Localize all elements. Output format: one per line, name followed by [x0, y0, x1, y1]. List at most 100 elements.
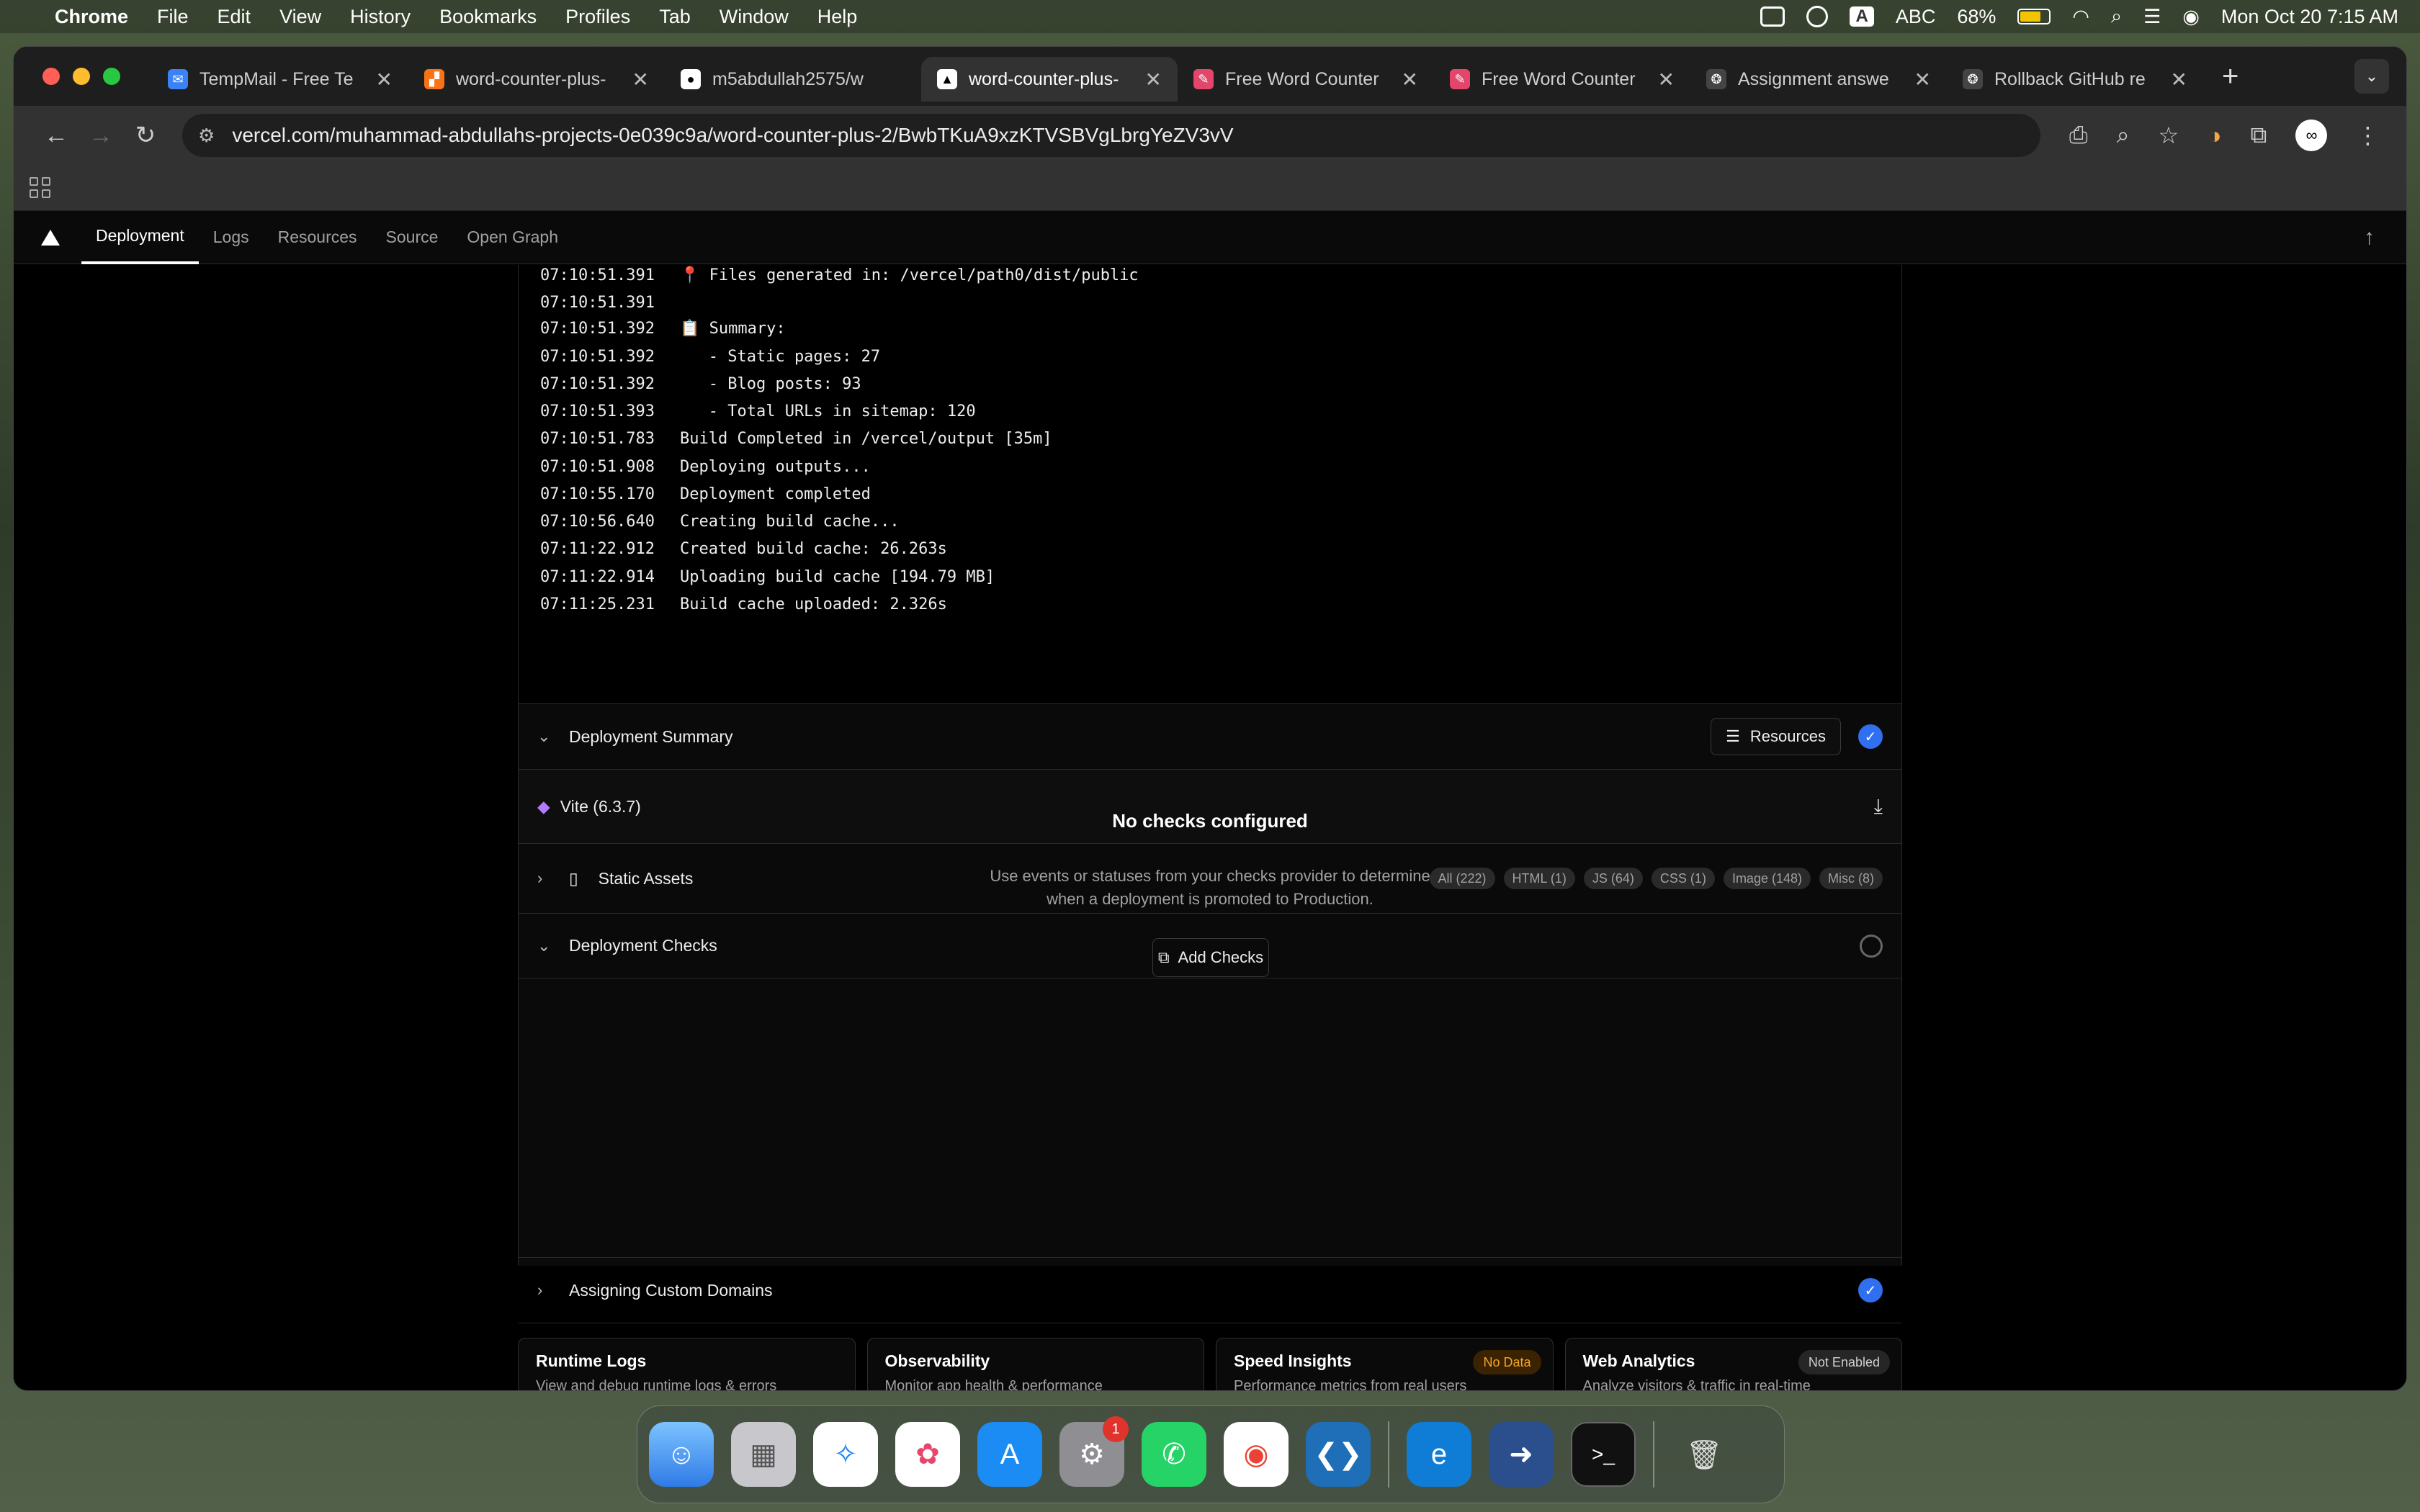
- input-source-label[interactable]: ABC: [1896, 6, 1936, 28]
- finder-icon[interactable]: ☺: [649, 1422, 714, 1487]
- address-url[interactable]: vercel.com/muhammad-abdullahs-projects-0…: [232, 124, 1233, 147]
- battery-icon[interactable]: [2017, 9, 2051, 24]
- menu-bookmarks[interactable]: Bookmarks: [439, 6, 537, 28]
- browser-tab-assignment[interactable]: ❂ Assignment answe ✕: [1690, 57, 1947, 102]
- zoom-window-button[interactable]: [103, 68, 120, 85]
- input-source-icon[interactable]: A: [1850, 6, 1874, 27]
- browser-tab-free-word-counter-2[interactable]: ✎ Free Word Counter ✕: [1434, 57, 1690, 102]
- browser-tab-rollback[interactable]: ❂ Rollback GitHub re ✕: [1947, 57, 2203, 102]
- scroll-top-arrow-icon[interactable]: ↑: [2364, 225, 2375, 250]
- menu-kebab-icon[interactable]: ⋮: [2356, 122, 2379, 149]
- browser-tab-vercel-active[interactable]: ▲ word-counter-plus- ✕: [921, 57, 1178, 102]
- wifi-icon[interactable]: ◠: [2072, 6, 2089, 28]
- menu-tab[interactable]: Tab: [659, 6, 691, 28]
- address-bar[interactable]: ⚙ vercel.com/muhammad-abdullahs-projects…: [182, 114, 2040, 157]
- menu-history[interactable]: History: [350, 6, 411, 28]
- close-tab-icon[interactable]: ✕: [632, 68, 649, 91]
- resources-button[interactable]: ☰ Resources: [1711, 718, 1841, 755]
- new-tab-button[interactable]: +: [2222, 60, 2238, 93]
- trash-icon[interactable]: 🗑: [1672, 1422, 1736, 1487]
- runtime-logs-card[interactable]: Runtime Logs View and debug runtime logs…: [518, 1338, 856, 1390]
- migration-assistant-icon[interactable]: ➜: [1489, 1422, 1554, 1487]
- app-store-icon[interactable]: A: [977, 1422, 1042, 1487]
- menu-edit[interactable]: Edit: [218, 6, 251, 28]
- deployment-summary-header[interactable]: ⌄ Deployment Summary ☰ Resources ✓: [519, 704, 1901, 770]
- focus-icon[interactable]: [1806, 6, 1829, 27]
- extension-icon[interactable]: ◑: [2208, 122, 2221, 149]
- clipboard-app-icon[interactable]: [1760, 6, 1785, 27]
- install-app-icon[interactable]: ⎙: [2069, 122, 2088, 149]
- system-settings-icon[interactable]: ⚙ 1: [1059, 1416, 1129, 1487]
- chevron-right-icon[interactable]: ›: [537, 1281, 559, 1300]
- chip-image[interactable]: Image (148): [1723, 868, 1811, 889]
- extensions-puzzle-icon[interactable]: ⧉: [2251, 122, 2267, 149]
- launchpad-icon[interactable]: ▦: [731, 1422, 796, 1487]
- web-analytics-card[interactable]: Web Analytics Analyze visitors & traffic…: [1564, 1338, 1902, 1390]
- profile-avatar[interactable]: ∞: [2295, 120, 2328, 151]
- menu-view[interactable]: View: [279, 6, 321, 28]
- log-timestamp: 07:10:51.392: [540, 320, 655, 338]
- close-tab-icon[interactable]: ✕: [1914, 68, 1931, 91]
- close-tab-icon[interactable]: ✕: [1145, 68, 1162, 91]
- safari-icon[interactable]: ✧: [813, 1422, 878, 1487]
- chip-css[interactable]: CSS (1): [1651, 868, 1715, 889]
- tab-resources[interactable]: Resources: [264, 211, 372, 264]
- browser-tab-word-counter-repo[interactable]: ▞ word-counter-plus- ✕: [408, 57, 665, 102]
- photos-icon[interactable]: ✿: [895, 1422, 960, 1487]
- close-tab-icon[interactable]: ✕: [2171, 68, 2187, 91]
- chevron-right-icon[interactable]: ›: [537, 869, 559, 888]
- chrome-icon[interactable]: ◉: [1224, 1422, 1289, 1487]
- custom-domains-header[interactable]: › Assigning Custom Domains ✓: [519, 1257, 1901, 1323]
- back-arrow-icon[interactable]: ←: [34, 122, 79, 150]
- log-timestamp: 07:10:51.392: [540, 348, 655, 366]
- vercel-logo-icon[interactable]: [41, 229, 60, 246]
- bookmark-star-icon[interactable]: ☆: [2159, 122, 2179, 149]
- vscode-icon[interactable]: ❮❯: [1306, 1422, 1371, 1487]
- browser-tab-github[interactable]: ● m5abdullah2575/w: [665, 57, 921, 102]
- siri-icon[interactable]: ◉: [2182, 6, 2200, 28]
- terminal-icon[interactable]: >_: [1571, 1422, 1636, 1487]
- chevron-down-icon[interactable]: ⌄: [537, 937, 559, 955]
- whatsapp-icon[interactable]: ✆: [1142, 1422, 1206, 1487]
- browser-tab-tempmail[interactable]: ✉ TempMail - Free Te ✕: [152, 57, 408, 102]
- menu-profiles[interactable]: Profiles: [565, 6, 630, 28]
- menu-window[interactable]: Window: [720, 6, 789, 28]
- menu-file[interactable]: File: [157, 6, 189, 28]
- close-tab-icon[interactable]: ✕: [1658, 68, 1675, 91]
- log-line: 07:10:51.908 Deploying outputs...: [540, 458, 871, 476]
- menubar-clock[interactable]: Mon Oct 20 7:15 AM: [2221, 6, 2398, 28]
- tab-logs[interactable]: Logs: [199, 211, 264, 264]
- mail-favicon-icon: ✉: [168, 69, 188, 89]
- chip-html[interactable]: HTML (1): [1503, 868, 1575, 889]
- menu-help[interactable]: Help: [817, 6, 858, 28]
- control-center-icon[interactable]: ☰: [2143, 6, 2161, 28]
- close-window-button[interactable]: [42, 68, 60, 85]
- static-assets-label: Static Assets: [598, 868, 694, 888]
- forward-arrow-icon[interactable]: →: [79, 122, 123, 150]
- chip-js[interactable]: JS (64): [1583, 868, 1643, 889]
- chevron-down-icon[interactable]: ⌄: [537, 727, 559, 746]
- spotlight-search-icon[interactable]: ⌕: [2111, 5, 2122, 28]
- build-log[interactable]: 07:10:51.391 📍 Files generated in: /verce…: [519, 265, 1901, 704]
- zoom-icon[interactable]: ⌕: [2117, 122, 2130, 149]
- log-line: 07:10:55.170 Deployment completed: [540, 485, 871, 503]
- tab-deployment[interactable]: Deployment: [81, 211, 199, 264]
- add-checks-button[interactable]: ⧉ Add Checks: [1152, 938, 1269, 977]
- tab-open-graph[interactable]: Open Graph: [452, 211, 573, 264]
- close-tab-icon[interactable]: ✕: [1402, 68, 1418, 91]
- apps-grid-icon[interactable]: [30, 177, 50, 198]
- speed-insights-card[interactable]: Speed Insights Performance metrics from …: [1216, 1338, 1554, 1390]
- chip-all[interactable]: All (222): [1429, 868, 1495, 889]
- edge-icon[interactable]: e: [1407, 1422, 1471, 1487]
- menu-app-name[interactable]: Chrome: [55, 6, 128, 28]
- tab-source[interactable]: Source: [372, 211, 453, 264]
- chip-misc[interactable]: Misc (8): [1819, 868, 1883, 889]
- site-info-icon[interactable]: ⚙: [198, 125, 215, 147]
- reload-icon[interactable]: ↻: [123, 121, 168, 150]
- close-tab-icon[interactable]: ✕: [376, 68, 393, 91]
- tab-search-chevron-icon[interactable]: ⌄: [2354, 59, 2389, 94]
- browser-tab-free-word-counter-1[interactable]: ✎ Free Word Counter ✕: [1178, 57, 1434, 102]
- observability-card[interactable]: Observability Monitor app health & perfo…: [866, 1338, 1204, 1390]
- no-checks-description: Use events or statuses from your checks …: [990, 867, 1430, 908]
- minimize-window-button[interactable]: [73, 68, 90, 85]
